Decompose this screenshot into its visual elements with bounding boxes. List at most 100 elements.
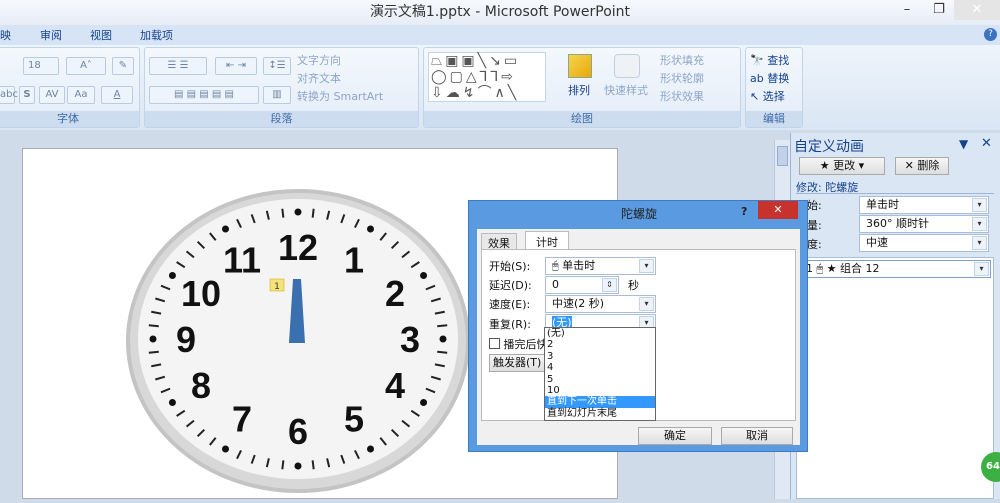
start-value: 单击时 — [562, 259, 596, 272]
hour-dot — [222, 225, 229, 233]
shapes-gallery[interactable]: ⏢▣▣╲↘▭ ◯▢△⅂⅂⇨ ⇩☁↯⌒∧╲ — [428, 52, 546, 102]
repeat-option[interactable]: 5 — [545, 374, 655, 385]
grow-shrink-font[interactable]: A˄ — [66, 57, 106, 75]
clear-format-icon[interactable]: ✎ — [112, 57, 134, 75]
hour-dot — [168, 399, 176, 406]
arrange-icon — [568, 54, 592, 78]
repeat-option[interactable]: 直到下一次单击 — [545, 396, 655, 408]
change-label: 更改 — [833, 159, 856, 172]
repeat-option[interactable]: 2 — [545, 339, 655, 350]
speed-value: 中速 — [866, 236, 888, 249]
font-group: 18 A˄ ✎ abc S AV Aa A 字体 — [0, 47, 140, 128]
hour-dot — [439, 335, 447, 343]
tab-view[interactable]: 视图 — [90, 27, 112, 43]
arrange-button[interactable]: 排列 — [568, 82, 590, 98]
title-bar: 演示文稿1.pptx - Microsoft PowerPoint — [0, 0, 1000, 25]
start-select[interactable]: 单击时 ▾ — [859, 196, 989, 214]
replace-button[interactable]: ab 替换 — [750, 70, 789, 86]
repeat-option[interactable]: 10 — [545, 385, 655, 396]
close-button[interactable]: ✕ — [954, 0, 1000, 20]
text-direction-button[interactable]: 文字方向 — [297, 52, 341, 68]
amount-select[interactable]: 360° 顺时针 ▾ — [859, 215, 989, 233]
repeat-dropdown-list[interactable]: (无) 2 3 4 5 10 直到下一次单击 直到幻灯片末尾 — [544, 327, 656, 421]
clock-number: 7 — [232, 399, 252, 440]
speed-select[interactable]: 中速 ▾ — [859, 234, 989, 252]
amount-value: 360° 顺时针 — [866, 217, 929, 230]
pane-menu-icon[interactable]: ▼ — [959, 137, 968, 151]
hour-dot — [367, 445, 374, 453]
restore-button[interactable]: ❐ — [925, 0, 953, 20]
font-group-label: 字体 — [0, 111, 139, 127]
clock-number: 4 — [385, 365, 405, 406]
hour-dot — [294, 462, 302, 470]
delay-input[interactable]: 0 ⇕ — [545, 276, 619, 294]
columns-button[interactable]: ▥ — [263, 86, 291, 104]
start-select[interactable]: 🖱 单击时 ▾ — [545, 257, 656, 275]
ribbon: 18 A˄ ✎ abc S AV Aa A 字体 ☰ ☰ ⇤ ⇥ ↕☰ ▤ ▤ … — [0, 45, 1000, 130]
clock-number: 8 — [191, 365, 211, 406]
shadow-button[interactable]: S — [19, 86, 35, 104]
start-value: 单击时 — [866, 198, 899, 211]
align-text-button[interactable]: 对齐文本 — [297, 70, 341, 86]
help-icon[interactable]: ? — [984, 28, 997, 41]
minimize-button[interactable]: – — [893, 0, 921, 20]
select-button[interactable]: ↖ 选择 — [750, 88, 785, 104]
dialog-close-button[interactable]: ✕ — [758, 201, 798, 219]
chevron-down-icon[interactable]: ▾ — [972, 217, 987, 231]
remove-label: 删除 — [917, 159, 940, 172]
repeat-option[interactable]: 4 — [545, 362, 655, 373]
delay-value: 0 — [552, 278, 559, 291]
clock-number: 3 — [400, 319, 420, 360]
chevron-down-icon[interactable]: ▾ — [974, 262, 989, 276]
clock-number: 1 — [344, 239, 364, 280]
font-size-select[interactable]: 18 — [23, 57, 59, 75]
chevron-down-icon[interactable]: ▾ — [972, 198, 987, 212]
select-label: 选择 — [762, 90, 785, 103]
shape-effects-button[interactable]: 形状效果 — [660, 88, 704, 104]
clock-number: 10 — [181, 273, 221, 314]
dialog-help-button[interactable]: ? — [741, 205, 747, 218]
quick-styles-button[interactable]: 快速样式 — [604, 82, 648, 98]
align-buttons[interactable]: ▤ ▤ ▤ ▤ ▤ — [149, 86, 259, 104]
char-spacing-button[interactable]: AV — [39, 86, 65, 104]
chevron-down-icon[interactable]: ▾ — [972, 236, 987, 250]
hour-dot — [367, 225, 374, 233]
indent-button[interactable]: ⇤ ⇥ — [215, 57, 257, 75]
font-color-button[interactable]: A — [101, 86, 133, 104]
tab-addins[interactable]: 加载项 — [140, 27, 173, 43]
pane-close-icon[interactable]: ✕ — [981, 136, 992, 151]
animation-list-item[interactable]: 1 🖱 ★ 组合 12 ▾ — [799, 260, 991, 278]
repeat-option[interactable]: 直到幻灯片末尾 — [545, 408, 655, 419]
animation-list[interactable]: 1 🖱 ★ 组合 12 ▾ — [796, 257, 994, 499]
strikethrough-button[interactable]: abc — [0, 86, 18, 104]
shape-outline-button[interactable]: 形状轮廓 — [660, 70, 704, 86]
clock-number: 2 — [385, 273, 405, 314]
shape-fill-button[interactable]: 形状填充 — [660, 52, 704, 68]
repeat-label: 重复(R): — [489, 318, 531, 331]
drawing-group-label: 绘图 — [424, 111, 740, 127]
cancel-button[interactable]: 取消 — [721, 427, 793, 445]
spinner-icon[interactable]: ⇕ — [602, 278, 617, 292]
paragraph-group-label: 段落 — [145, 111, 418, 127]
line-spacing-button[interactable]: ↕☰ — [263, 57, 291, 75]
tab-review[interactable]: 审阅 — [40, 27, 62, 43]
ribbon-tabs: 映 审阅 视图 加载项 ? — [0, 25, 1000, 45]
hour-dot — [420, 272, 428, 279]
change-case-button[interactable]: Aa — [67, 86, 95, 104]
change-effect-button[interactable]: ★ 更改 ▾ — [799, 157, 885, 175]
clock-number: 6 — [288, 411, 308, 452]
speed-select[interactable]: 中速(2 秒) ▾ — [545, 295, 656, 313]
ok-button[interactable]: 确定 — [638, 427, 712, 445]
hour-dot — [294, 208, 302, 216]
minute-tick — [311, 208, 315, 218]
remove-effect-button[interactable]: ✕ 删除 — [895, 157, 949, 175]
find-button[interactable]: 🔭 查找 — [750, 52, 789, 68]
chevron-down-icon[interactable]: ▾ — [639, 297, 654, 311]
bullets-button[interactable]: ☰ ☰ — [149, 57, 207, 75]
repeat-option[interactable]: (无) — [545, 328, 655, 339]
tab-animation[interactable]: 映 — [0, 27, 11, 43]
convert-smartart-button[interactable]: 转换为 SmartArt — [297, 88, 383, 104]
repeat-option[interactable]: 3 — [545, 351, 655, 362]
chevron-down-icon[interactable]: ▾ — [639, 259, 654, 273]
quick-styles-icon — [614, 54, 640, 78]
